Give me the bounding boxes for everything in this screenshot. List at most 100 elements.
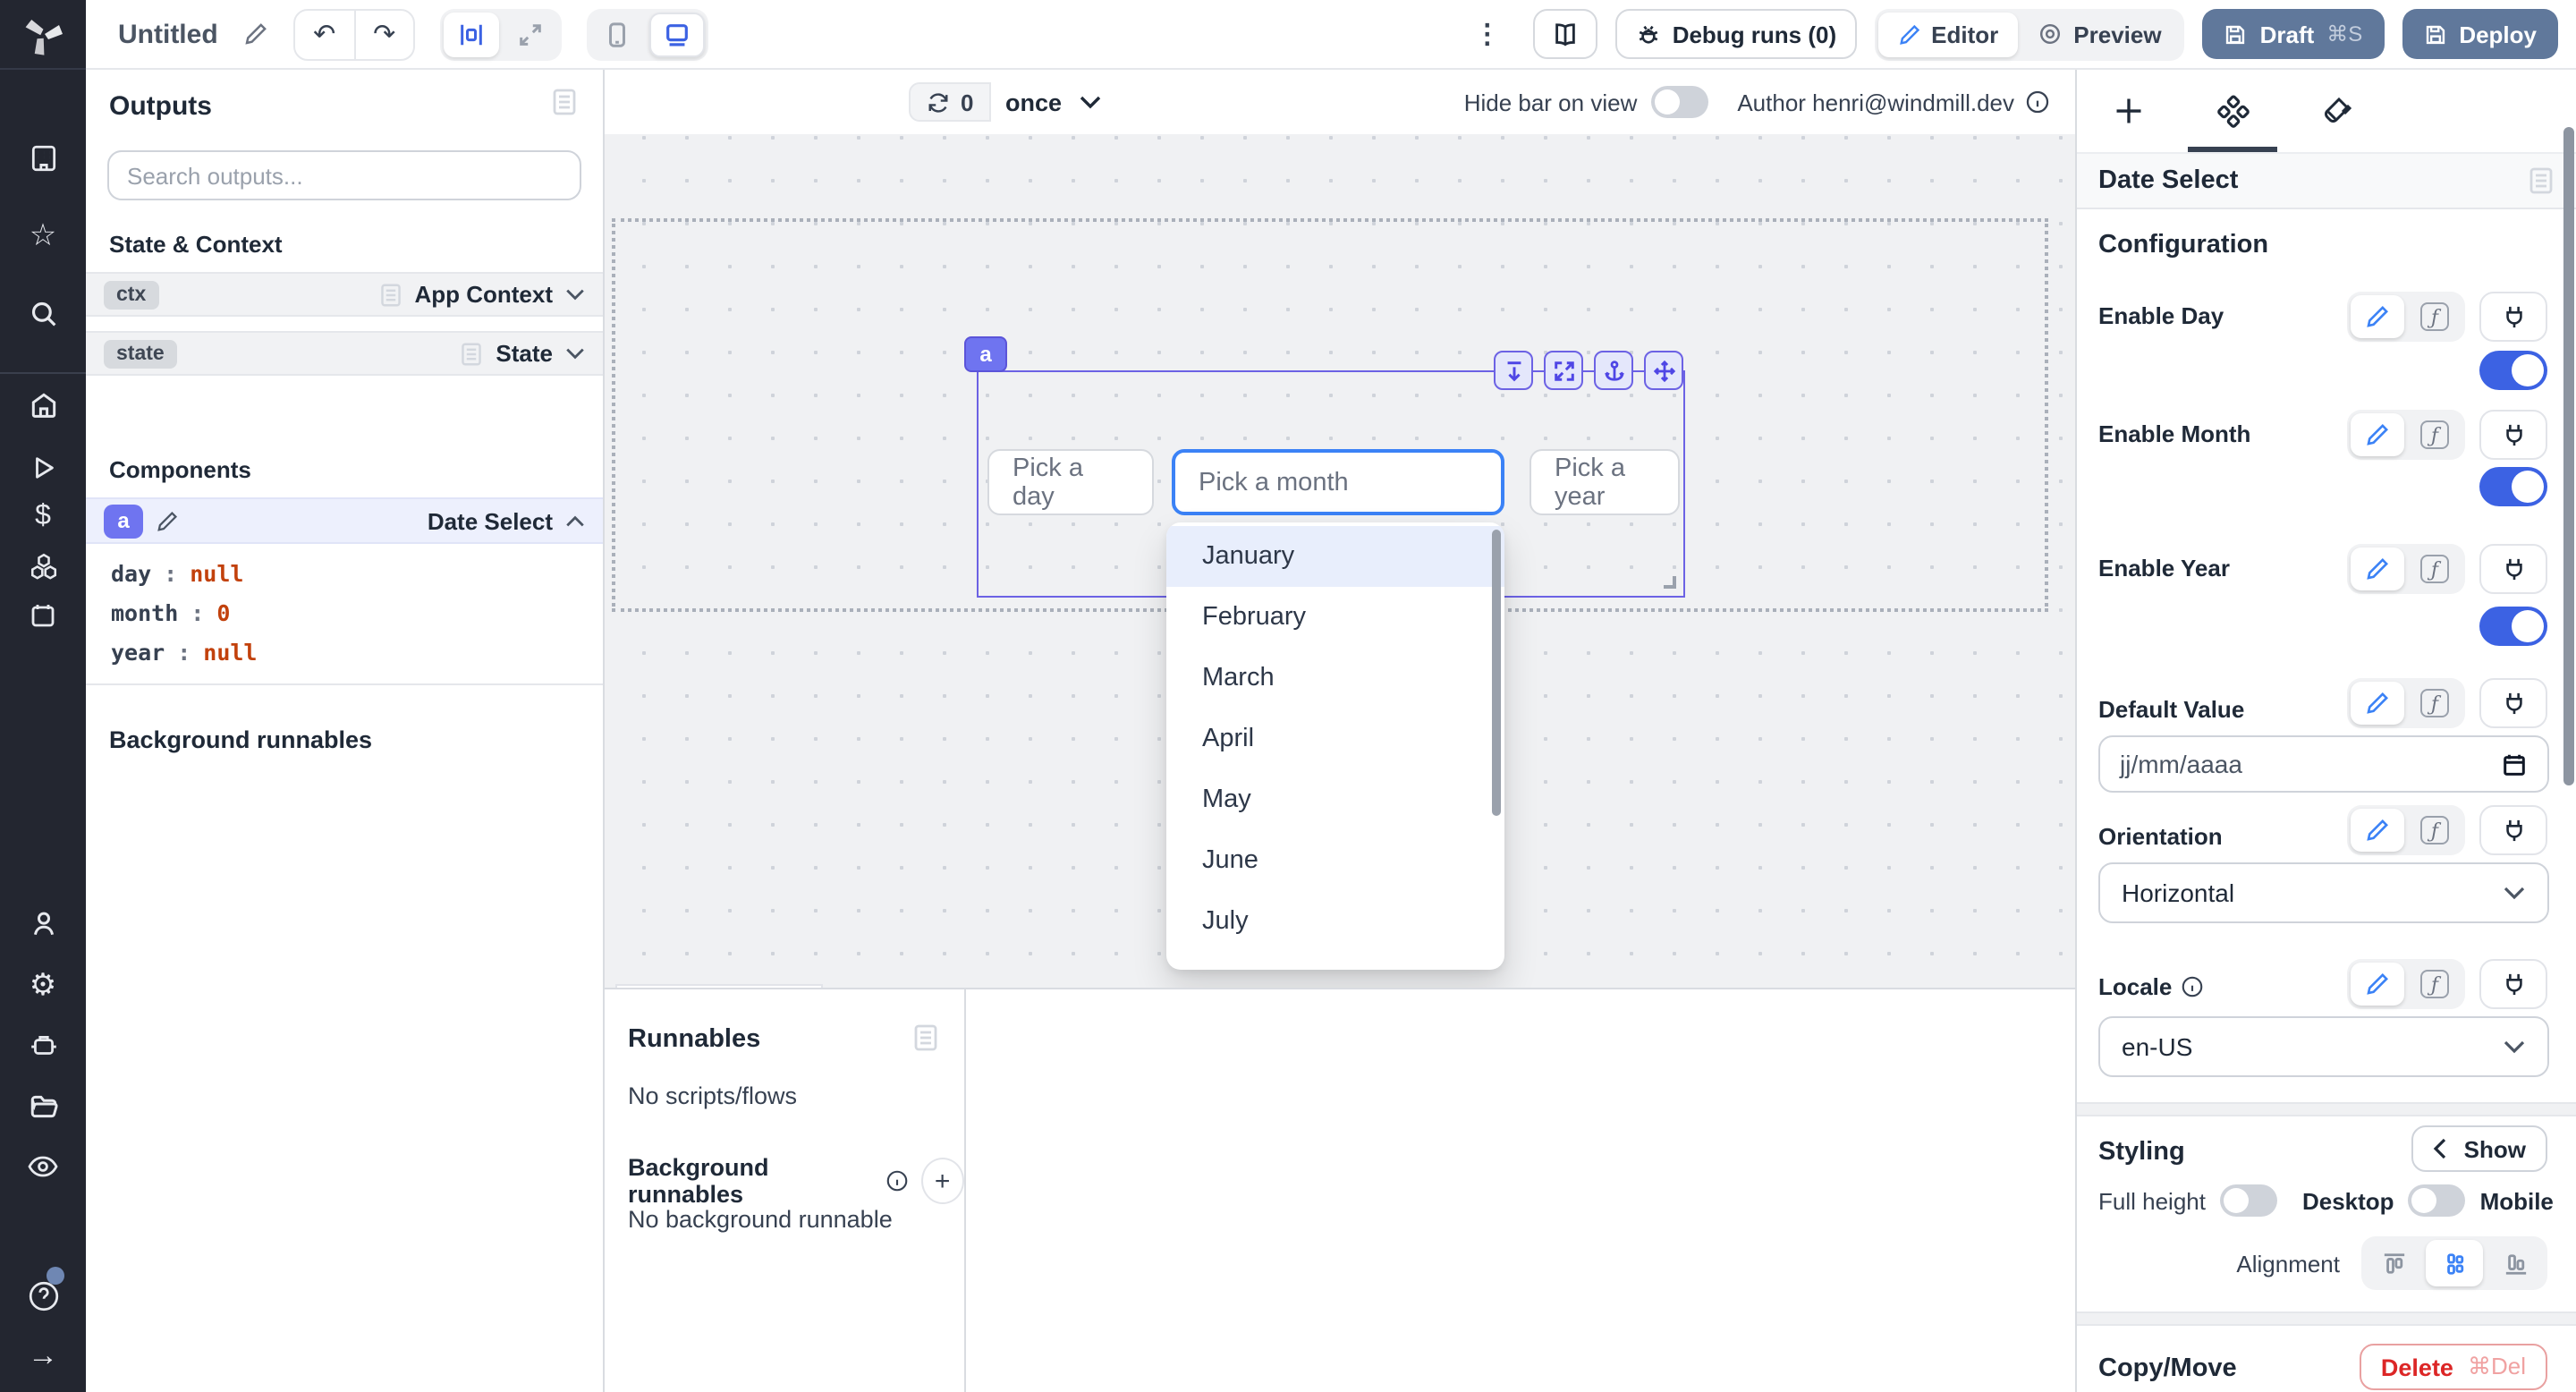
settings-icon[interactable]: ⚙: [0, 961, 86, 1007]
ctx-row[interactable]: ctx App Context: [86, 272, 603, 317]
connect-input-button[interactable]: [2479, 292, 2547, 342]
move-icon[interactable]: [1644, 351, 1683, 390]
static-mode-button[interactable]: [2351, 413, 2404, 456]
run-mode-select[interactable]: once: [1005, 82, 1101, 122]
edit-title-icon[interactable]: [243, 21, 268, 47]
workspace-icon[interactable]: [0, 134, 86, 181]
resize-handle[interactable]: [1664, 576, 1676, 589]
schedules-icon[interactable]: [0, 592, 86, 639]
month-option[interactable]: March: [1166, 648, 1504, 709]
locale-select[interactable]: en-US: [2098, 1016, 2549, 1077]
enable-month-toggle[interactable]: [2479, 467, 2547, 506]
tab-insert-component[interactable]: [2077, 70, 2181, 152]
user-icon[interactable]: [0, 900, 86, 946]
month-option[interactable]: January: [1166, 526, 1504, 587]
static-mode-button[interactable]: [2351, 963, 2404, 1006]
info-icon[interactable]: [2025, 89, 2050, 115]
workers-icon[interactable]: [0, 1022, 86, 1068]
anchor-icon[interactable]: [1594, 351, 1633, 390]
month-option[interactable]: April: [1166, 709, 1504, 769]
audit-logs-icon[interactable]: [0, 1143, 86, 1190]
info-icon[interactable]: [2181, 975, 2204, 998]
connect-input-button[interactable]: [2479, 544, 2547, 594]
connect-input-button[interactable]: [2479, 959, 2547, 1009]
help-icon[interactable]: [0, 1272, 86, 1319]
static-mode-button[interactable]: [2351, 809, 2404, 852]
month-option[interactable]: July: [1166, 891, 1504, 952]
deploy-button[interactable]: Deploy: [2402, 9, 2558, 59]
desktop-view-button[interactable]: [649, 12, 705, 56]
debug-runs-button[interactable]: Debug runs (0): [1615, 9, 1856, 59]
static-mode-button[interactable]: [2351, 682, 2404, 725]
redo-button[interactable]: ↷: [354, 10, 413, 58]
tab-component-settings[interactable]: [2181, 70, 2284, 152]
javascript-mode-button[interactable]: ƒ: [2408, 413, 2462, 456]
month-option[interactable]: June: [1166, 830, 1504, 891]
component-row-a[interactable]: a Date Select: [86, 497, 603, 544]
hide-bar-toggle[interactable]: [1651, 86, 1708, 118]
month-option[interactable]: February: [1166, 587, 1504, 648]
javascript-mode-button[interactable]: ƒ: [2408, 809, 2462, 852]
favorites-icon[interactable]: ☆: [0, 211, 86, 258]
home-icon[interactable]: [0, 381, 86, 428]
show-styling-button[interactable]: Show: [2412, 1125, 2547, 1172]
docs-button[interactable]: [1533, 9, 1597, 59]
component-doc-icon[interactable]: [2528, 166, 2555, 195]
more-options-menu[interactable]: ⋮: [1460, 18, 1515, 50]
selected-component-badge[interactable]: a: [964, 336, 1007, 372]
static-mode-button[interactable]: [2351, 547, 2404, 590]
refresh-button[interactable]: 0: [909, 82, 991, 122]
orientation-select[interactable]: Horizontal: [2098, 862, 2549, 923]
runnables-doc-icon[interactable]: [912, 1023, 939, 1052]
month-input[interactable]: Pick a month: [1172, 449, 1504, 515]
info-icon[interactable]: [885, 1168, 908, 1193]
resources-icon[interactable]: [0, 542, 86, 589]
add-background-runnable-button[interactable]: +: [920, 1158, 964, 1204]
windmill-logo[interactable]: [18, 11, 68, 61]
dropdown-scrollbar[interactable]: [1492, 530, 1501, 816]
fullscreen-layout-button[interactable]: [503, 12, 558, 56]
undo-button[interactable]: ↶: [295, 10, 354, 58]
draft-button[interactable]: Draft ⌘S: [2203, 9, 2385, 59]
month-option[interactable]: August: [1166, 952, 1504, 970]
tab-editor[interactable]: Editor: [1877, 12, 2018, 56]
tab-preview[interactable]: Preview: [2018, 12, 2181, 56]
state-row[interactable]: state State: [86, 331, 603, 376]
expand-icon[interactable]: [1544, 351, 1583, 390]
javascript-mode-button[interactable]: ƒ: [2408, 295, 2462, 338]
output-month[interactable]: month:0: [111, 599, 603, 626]
javascript-mode-button[interactable]: ƒ: [2408, 547, 2462, 590]
search-outputs-input[interactable]: [107, 150, 581, 200]
output-day[interactable]: day:null: [111, 560, 603, 587]
align-bottom-button[interactable]: [2487, 1240, 2544, 1286]
align-center-button[interactable]: [2426, 1240, 2483, 1286]
enable-day-toggle[interactable]: [2479, 351, 2547, 390]
default-value-date-input[interactable]: jj/mm/aaaa: [2098, 735, 2549, 793]
day-input[interactable]: Pick a day: [987, 449, 1154, 515]
static-mode-button[interactable]: [2351, 295, 2404, 338]
mobile-view-button[interactable]: [590, 12, 646, 56]
variables-icon[interactable]: $: [0, 494, 86, 540]
enable-year-toggle[interactable]: [2479, 607, 2547, 646]
centered-layout-button[interactable]: [444, 12, 499, 56]
connect-input-button[interactable]: [2479, 410, 2547, 460]
javascript-mode-button[interactable]: ƒ: [2408, 963, 2462, 1006]
search-icon[interactable]: [0, 290, 86, 336]
tab-global-styling[interactable]: [2284, 70, 2388, 152]
expand-down-icon[interactable]: [1494, 351, 1533, 390]
full-height-toggle[interactable]: [2220, 1184, 2277, 1217]
runs-icon[interactable]: [0, 444, 86, 490]
year-input[interactable]: Pick a year: [1530, 449, 1680, 515]
delete-component-button[interactable]: Delete ⌘Del: [2360, 1344, 2547, 1390]
settings-scrollbar[interactable]: [2563, 127, 2574, 785]
calendar-icon[interactable]: [2501, 751, 2528, 777]
align-top-button[interactable]: [2365, 1240, 2422, 1286]
javascript-mode-button[interactable]: ƒ: [2408, 682, 2462, 725]
output-year[interactable]: year:null: [111, 639, 603, 666]
folders-icon[interactable]: [0, 1082, 86, 1129]
app-canvas[interactable]: a Pick a day: [605, 134, 2075, 988]
connect-input-button[interactable]: [2479, 678, 2547, 728]
connect-input-button[interactable]: [2479, 805, 2547, 855]
rename-component-icon[interactable]: [156, 509, 179, 532]
desktop-toggle[interactable]: [2409, 1184, 2466, 1217]
